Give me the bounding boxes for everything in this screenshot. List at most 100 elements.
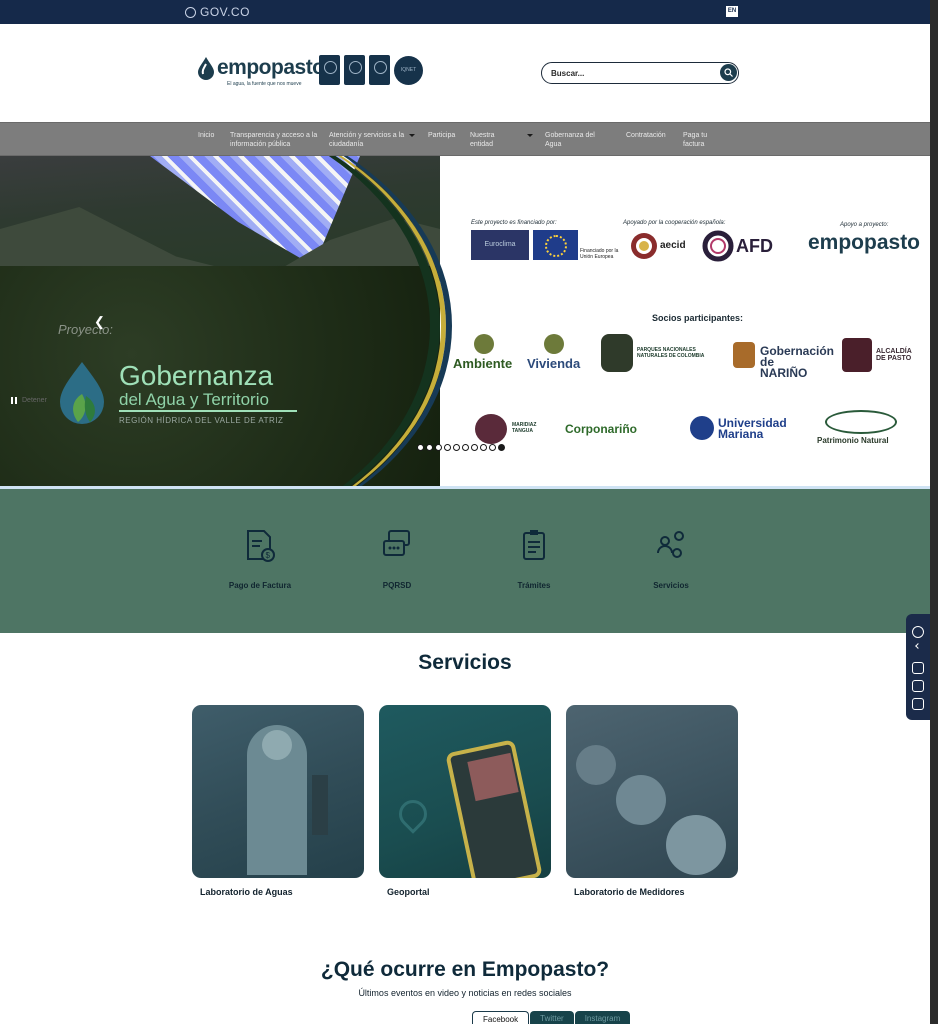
site-header: empopasto El agua, la fuente que nos mue… bbox=[0, 24, 930, 122]
pasto-shield-icon bbox=[842, 338, 872, 372]
carousel-indicator-dot[interactable] bbox=[426, 444, 433, 451]
search-box bbox=[541, 62, 739, 84]
patrimonio-emblem-icon bbox=[825, 410, 897, 434]
water-drop-logo-icon bbox=[198, 57, 214, 80]
nav-item-gobernanza[interactable]: Gobernanza del Agua bbox=[545, 131, 603, 149]
carousel-prev-icon[interactable]: ❮ bbox=[94, 314, 105, 330]
water-meter-image bbox=[576, 745, 616, 785]
carousel-indicator-dot[interactable] bbox=[498, 444, 505, 451]
card-geoportal[interactable] bbox=[379, 705, 551, 878]
carousel-indicators bbox=[417, 444, 505, 451]
carousel-indicator-dot[interactable] bbox=[435, 444, 442, 451]
support-caption: Apoyo a proyecto: bbox=[840, 222, 889, 228]
nav-item-contratacion[interactable]: Contratación bbox=[626, 131, 666, 140]
nav-item-participa[interactable]: Participa bbox=[428, 131, 455, 140]
empopasto-logo[interactable]: empopasto El agua, la fuente que nos mue… bbox=[197, 54, 325, 94]
decorative-arc bbox=[0, 156, 452, 486]
card-label[interactable]: Laboratorio de Medidores bbox=[574, 887, 685, 897]
executed-caption: Apoyado por la cooperación española: bbox=[623, 220, 726, 226]
iso-certification-badge bbox=[369, 55, 390, 85]
card-label[interactable]: Laboratorio de Aguas bbox=[200, 887, 293, 897]
chevron-down-icon[interactable] bbox=[409, 134, 415, 137]
partner-universidad-mariana: Universidad Mariana bbox=[718, 416, 787, 441]
iso-certification-badge bbox=[344, 55, 365, 85]
afd-logo: AFD bbox=[702, 230, 773, 262]
chevron-left-icon[interactable] bbox=[915, 643, 921, 649]
quick-label: Pago de Factura bbox=[228, 581, 292, 590]
carousel-indicator-dot[interactable] bbox=[462, 444, 469, 451]
carousel-indicator-dot[interactable] bbox=[471, 444, 478, 451]
gov-co-logo[interactable]: GOV.CO bbox=[185, 5, 250, 19]
servicios-title: Servicios bbox=[418, 651, 512, 674]
carousel-indicator-dot[interactable] bbox=[480, 444, 487, 451]
narino-shield-icon bbox=[733, 342, 755, 368]
location-pin-icon bbox=[393, 794, 433, 834]
page-scrollbar[interactable] bbox=[930, 0, 938, 1024]
svg-text:$: $ bbox=[266, 551, 271, 560]
parques-emblem-icon bbox=[601, 334, 633, 372]
iso-certification-badge bbox=[319, 55, 340, 85]
hero-subtitle: del Agua y Territorio bbox=[119, 390, 269, 409]
quick-item-servicios[interactable]: Servicios bbox=[631, 529, 711, 590]
tab-twitter[interactable]: Twitter bbox=[530, 1011, 574, 1024]
clipboard-icon bbox=[523, 530, 545, 560]
card-label[interactable]: Geoportal bbox=[387, 887, 430, 897]
quick-item-pago-factura[interactable]: $ Pago de Factura bbox=[220, 529, 300, 590]
social-tabs: Facebook Twitter Instagram bbox=[472, 1011, 631, 1024]
tab-facebook[interactable]: Facebook bbox=[472, 1011, 530, 1024]
partner-corponarino: Corponariño bbox=[565, 422, 637, 436]
colombia-shield-icon bbox=[544, 334, 564, 354]
hero-carousel: Proyecto: Gobernanza del Agua y Territor… bbox=[0, 156, 930, 486]
tab-instagram[interactable]: Instagram bbox=[574, 1011, 631, 1024]
ocurre-title: ¿Qué ocurre en Empopasto? bbox=[320, 958, 610, 981]
carousel-indicator-dot[interactable] bbox=[417, 444, 424, 451]
pause-icon bbox=[11, 397, 17, 404]
chevron-down-icon[interactable] bbox=[527, 134, 533, 137]
partner-parques: PARQUES NACIONALES NATURALES DE COLOMBIA bbox=[637, 347, 705, 359]
aecid-logo: aecid bbox=[631, 233, 685, 259]
nav-item-paga-factura[interactable]: Paga tu factura bbox=[683, 131, 717, 149]
partner-tangua: MARIDIAZ TANGUA bbox=[512, 422, 537, 434]
colombia-shield-icon bbox=[474, 334, 494, 354]
partner-vivienda: Vivienda bbox=[527, 356, 581, 371]
nav-item-transparencia[interactable]: Transparencia y acceso a la información … bbox=[230, 131, 322, 149]
gov-co-text: GOV.CO bbox=[200, 5, 250, 19]
afd-text: AFD bbox=[736, 236, 773, 256]
gov-seal-icon bbox=[185, 6, 196, 18]
logo-tagline: El agua, la fuente que nos mueve bbox=[227, 81, 302, 87]
partner-alcaldia-pasto: ALCALDÍA DE PASTO bbox=[876, 348, 912, 362]
carousel-indicator-dot[interactable] bbox=[489, 444, 496, 451]
people-gear-icon bbox=[657, 531, 684, 558]
eu-label: Financiado por la Unión Europea bbox=[580, 248, 619, 260]
logo-text: empopasto bbox=[217, 56, 325, 79]
quick-label: Trámites bbox=[517, 581, 551, 590]
center-relevo-icon[interactable] bbox=[912, 698, 924, 710]
nav-item-nuestra-entidad[interactable]: Nuestra entidad bbox=[470, 131, 506, 149]
quick-item-pqrsd[interactable]: PQRSD bbox=[357, 529, 437, 590]
nav-item-inicio[interactable]: Inicio bbox=[198, 131, 214, 140]
quick-access-bar: $ Pago de Factura PQRSD Trámites Servici… bbox=[0, 489, 930, 633]
hero-title: Gobernanza bbox=[119, 360, 274, 391]
carousel-pause-button[interactable]: Detener bbox=[11, 397, 47, 404]
quick-label: PQRSD bbox=[382, 581, 412, 590]
card-laboratorio-aguas[interactable] bbox=[192, 705, 364, 878]
iqnet-badge: IQNET bbox=[394, 56, 423, 85]
partner-ambiente: Ambiente bbox=[453, 356, 513, 371]
search-icon bbox=[724, 68, 733, 77]
text-increase-icon[interactable] bbox=[912, 680, 924, 692]
carousel-indicator-dot[interactable] bbox=[444, 444, 451, 451]
socios-title: Socios participantes: bbox=[652, 313, 744, 323]
aecid-text: aecid bbox=[660, 240, 685, 251]
gobernanza-drop-logo-icon bbox=[60, 362, 104, 424]
contrast-icon[interactable] bbox=[912, 626, 924, 638]
eu-flag-icon bbox=[533, 230, 578, 260]
hero-region: REGIÓN HÍDRICA DEL VALLE DE ATRIZ bbox=[119, 416, 284, 425]
empopasto-sponsor-logo: empopasto bbox=[808, 231, 921, 254]
language-button[interactable]: EN bbox=[726, 6, 738, 17]
card-laboratorio-medidores[interactable] bbox=[566, 705, 738, 878]
nav-item-atencion[interactable]: Atención y servicios a la ciudadanía bbox=[329, 131, 409, 149]
quick-item-tramites[interactable]: Trámites bbox=[494, 529, 574, 590]
search-input[interactable] bbox=[551, 66, 711, 80]
carousel-indicator-dot[interactable] bbox=[453, 444, 460, 451]
search-button[interactable] bbox=[720, 64, 737, 81]
